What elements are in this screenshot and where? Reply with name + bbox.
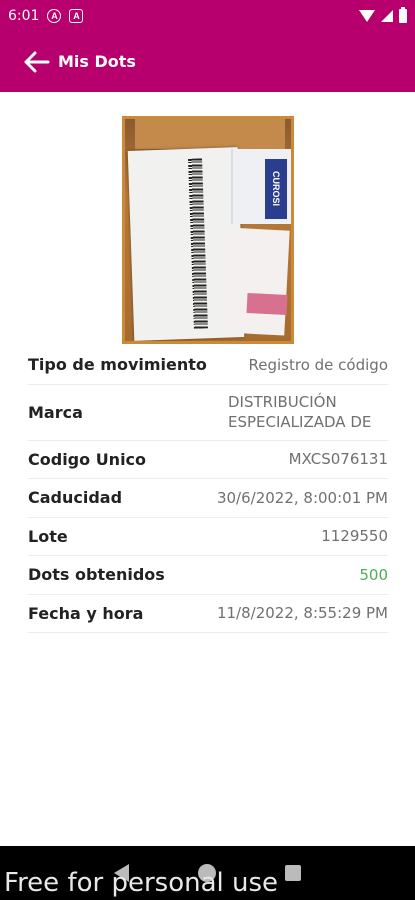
notification-icon: A — [47, 8, 62, 23]
detail-value: MXCS076131 — [288, 450, 388, 469]
arrow-left-icon — [24, 51, 50, 72]
detail-value: 11/8/2022, 8:55:29 PM — [216, 604, 388, 623]
detail-row-lote: Lote 1129550 — [28, 518, 388, 556]
detail-value: 30/6/2022, 8:00:01 PM — [216, 488, 388, 507]
detail-label: Codigo Unico — [28, 449, 147, 469]
detail-row-codigo: Codigo Unico MXCS076131 — [28, 441, 388, 479]
wifi-icon — [359, 9, 375, 22]
app-bar: Mis Dots — [0, 31, 415, 92]
battery-icon — [399, 6, 407, 23]
watermark: Free for personal use — [4, 868, 279, 898]
detail-row-tipo: Tipo de movimiento Registro de código — [28, 346, 388, 385]
status-time: 6:01 — [8, 7, 40, 24]
detail-value: Registro de código — [248, 355, 388, 374]
detail-value: 1129550 — [321, 527, 388, 546]
detail-value: DISTRIBUCIÓN ESPECIALIZADA DE — [228, 393, 372, 431]
detail-label: Caducidad — [28, 488, 123, 508]
detail-label: Tipo de movimiento — [28, 355, 207, 375]
detail-label: Fecha y hora — [28, 603, 144, 623]
product-photo: CUROSI — [122, 116, 294, 344]
detail-row-marca: Marca DISTRIBUCIÓN ESPECIALIZADA DE — [28, 385, 388, 441]
barcode — [188, 158, 208, 329]
detail-row-fecha: Fecha y hora 11/8/2022, 8:55:29 PM — [28, 595, 388, 633]
dots-value: 500 — [359, 565, 388, 584]
detail-row-dots: Dots obtenidos 500 — [28, 556, 388, 595]
details-list: Tipo de movimiento Registro de código Ma… — [28, 346, 388, 633]
notification-icon: A — [69, 8, 84, 23]
status-bar: 6:01 A A — [0, 0, 415, 31]
back-button[interactable] — [8, 34, 64, 90]
detail-label: Lote — [28, 526, 68, 546]
box-label: CUROSI — [265, 159, 287, 219]
detail-label: Dots obtenidos — [28, 565, 165, 585]
page-title: Mis Dots — [58, 52, 136, 71]
signal-icon — [381, 9, 393, 22]
detail-row-caducidad: Caducidad 30/6/2022, 8:00:01 PM — [28, 479, 388, 518]
nav-recents-icon[interactable] — [284, 865, 301, 881]
detail-label: Marca — [28, 402, 83, 422]
